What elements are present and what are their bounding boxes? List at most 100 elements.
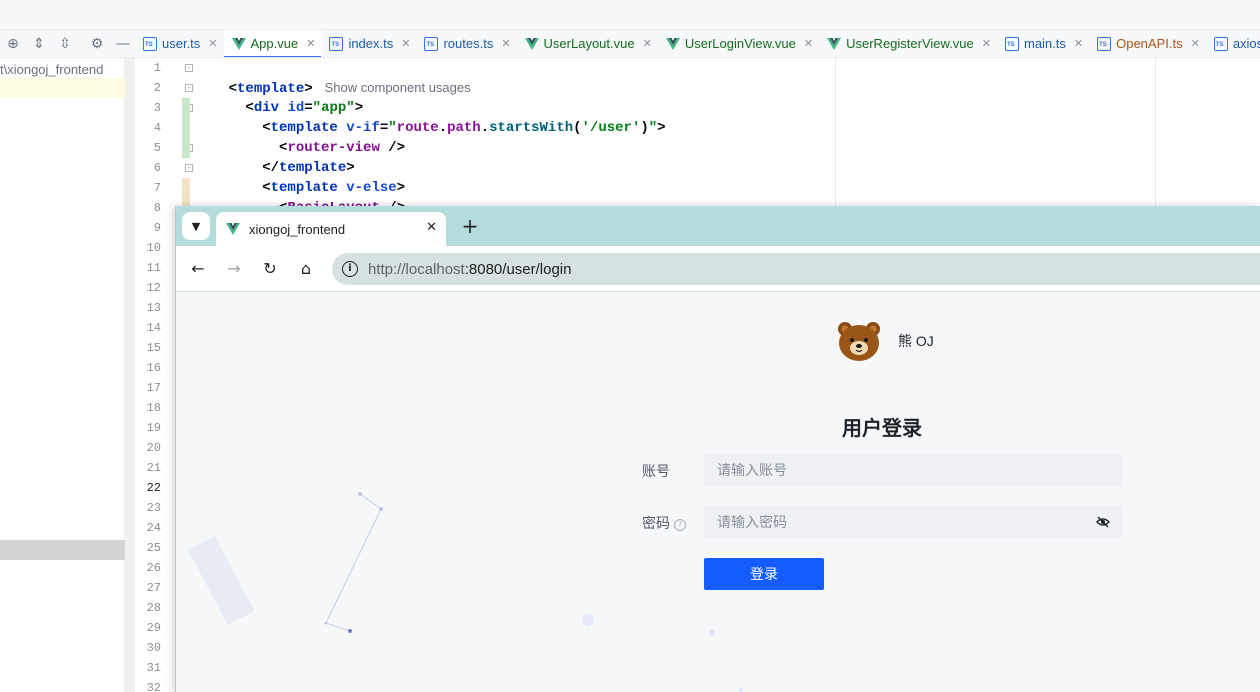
token: .: [438, 120, 448, 136]
ts-file-icon: [1097, 36, 1112, 51]
eye-slash-icon[interactable]: [1096, 515, 1110, 529]
line-number: 2: [153, 81, 161, 95]
line-number: 30: [146, 641, 161, 655]
home-icon[interactable]: ⌂: [294, 257, 318, 281]
code-line-5: </template>: [195, 138, 354, 176]
code-editor[interactable]: <template> Show component usages <div id=…: [195, 58, 1260, 236]
line-number: 13: [146, 301, 161, 315]
password-field[interactable]: [704, 506, 1122, 538]
line-number: 1: [153, 61, 161, 75]
token: path: [447, 120, 481, 136]
line-number: 25: [146, 541, 161, 555]
browser-tab-active[interactable]: xiongoj_frontend ✕: [216, 212, 446, 246]
editor-tab[interactable]: user.ts ✕: [135, 30, 224, 57]
editor-tab[interactable]: UserRegisterView.vue ✕: [819, 30, 997, 57]
editor-tab[interactable]: index.ts ✕: [321, 30, 416, 57]
editor-tab[interactable]: routes.ts ✕: [416, 30, 516, 57]
token: >: [657, 120, 666, 136]
browser-tab-title: xiongoj_frontend: [249, 221, 346, 237]
account-input[interactable]: [717, 462, 1087, 478]
editor-tab-label: routes.ts: [443, 36, 494, 51]
token: '/user': [581, 120, 641, 136]
close-icon[interactable]: ✕: [982, 37, 991, 50]
new-tab-plus-icon[interactable]: +: [458, 214, 482, 238]
line-number: 16: [146, 361, 161, 375]
fold-toggle-icon[interactable]: -: [185, 84, 193, 92]
chevron-down-icon: ▼: [191, 219, 201, 233]
line-number: 28: [146, 601, 161, 615]
editor-tab-label: UserLoginView.vue: [684, 36, 796, 51]
collapse-all-icon[interactable]: ⇳: [54, 33, 76, 55]
token: .: [480, 120, 490, 136]
tab-search-button[interactable]: ▼: [182, 212, 210, 240]
site-info-icon[interactable]: i: [342, 261, 358, 277]
editor-tab[interactable]: main.ts ✕: [997, 30, 1089, 57]
close-icon[interactable]: ✕: [1191, 37, 1200, 50]
vue-logo-icon: [226, 223, 240, 235]
vue-file-icon: [827, 37, 842, 50]
back-arrow-icon[interactable]: ←: [186, 257, 210, 281]
editor-tab[interactable]: App.vue ✕: [223, 30, 322, 57]
project-panel: t\xiongoj_frontend: [0, 58, 125, 692]
line-number: 27: [146, 581, 161, 595]
line-number: 15: [146, 341, 161, 355]
expand-all-icon[interactable]: ⇕: [28, 33, 50, 55]
line-number: 22: [146, 481, 161, 495]
editor-tab[interactable]: UserLoginView.vue ✕: [658, 30, 819, 57]
close-icon[interactable]: ✕: [426, 220, 437, 235]
forward-arrow-icon[interactable]: →: [222, 257, 246, 281]
url-path: :8080/user/login: [464, 260, 572, 278]
close-icon[interactable]: ✕: [1074, 37, 1083, 50]
close-icon[interactable]: ✕: [501, 37, 510, 50]
token: ": [648, 120, 658, 136]
project-path[interactable]: t\xiongoj_frontend: [0, 60, 125, 80]
reload-icon[interactable]: ↻: [258, 257, 282, 281]
login-page: 熊 OJ 用户登录 账号 密码? 登录: [176, 293, 1260, 692]
line-number: 10: [146, 241, 161, 255]
fold-toggle-icon[interactable]: -: [185, 164, 193, 172]
project-selected-row: [0, 78, 125, 98]
address-bar[interactable]: i http://localhost:8080/user/login: [332, 253, 1260, 285]
close-icon[interactable]: ✕: [643, 37, 652, 50]
help-question-icon[interactable]: ?: [674, 519, 686, 531]
line-number: 24: [146, 521, 161, 535]
locate-file-icon[interactable]: ⊕: [2, 33, 24, 55]
password-input[interactable]: [717, 514, 1087, 530]
editor-tab[interactable]: OpenAPI.ts ✕: [1089, 30, 1206, 57]
ide-title-strip: [0, 0, 1260, 30]
vcs-added-marker: [182, 98, 190, 158]
background-decoration: [188, 492, 743, 692]
line-number: 31: [146, 661, 161, 675]
editor-tab[interactable]: UserLayout.vue ✕: [517, 30, 658, 57]
account-field[interactable]: [704, 454, 1122, 486]
project-scrollbar[interactable]: [125, 58, 135, 692]
site-logo-area[interactable]: 熊 OJ: [836, 320, 934, 362]
project-highlighted-row[interactable]: [0, 540, 133, 560]
fold-toggle-icon[interactable]: -: [185, 64, 193, 72]
editor-tab-label: App.vue: [250, 36, 299, 51]
line-number: 21: [146, 461, 161, 475]
line-number: 6: [153, 161, 161, 175]
ts-file-icon: [1213, 36, 1228, 51]
close-icon[interactable]: ✕: [401, 37, 410, 50]
line-number: 23: [146, 501, 161, 515]
line-number: 19: [146, 421, 161, 435]
close-icon[interactable]: ✕: [306, 37, 315, 50]
ts-file-icon: [329, 36, 344, 51]
vue-file-icon: [665, 37, 680, 50]
editor-tab[interactable]: axios.: [1206, 30, 1260, 57]
account-label: 账号: [642, 463, 670, 479]
url-text[interactable]: http://localhost:8080/user/login: [368, 261, 571, 278]
line-number: 20: [146, 441, 161, 455]
login-button[interactable]: 登录: [704, 558, 824, 590]
hide-panel-icon[interactable]: —: [112, 33, 134, 55]
editor-tab-label: UserLayout.vue: [543, 36, 635, 51]
line-number: 5: [153, 141, 161, 155]
code-line-3: <template v-if="route.path.startsWith('/…: [195, 98, 665, 136]
line-number: 32: [146, 681, 161, 692]
settings-gear-icon[interactable]: ⚙: [86, 33, 108, 55]
code-line-7: <BasicLayout />: [195, 178, 405, 216]
close-icon[interactable]: ✕: [208, 37, 217, 50]
close-icon[interactable]: ✕: [804, 37, 813, 50]
ts-file-icon: [1004, 36, 1019, 51]
